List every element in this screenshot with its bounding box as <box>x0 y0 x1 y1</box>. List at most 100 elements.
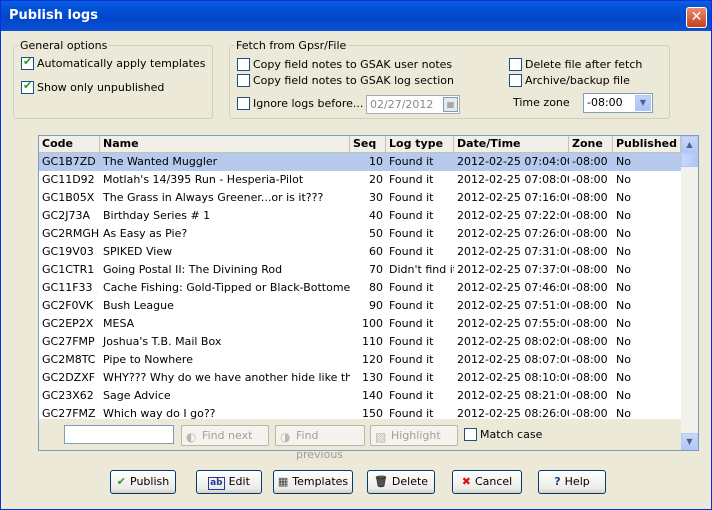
col-published-cell: No <box>616 227 631 240</box>
col-log-type-cell: Found it <box>389 371 434 384</box>
timezone-value: -08:00 <box>587 96 623 109</box>
col-code-cell: GC2EP2X <box>42 317 94 330</box>
col-published-cell: No <box>616 353 631 366</box>
close-icon: ✖ <box>461 475 471 488</box>
checkbox-unchecked-icon <box>509 74 522 87</box>
ignore-date-field[interactable]: 02/27/2012 ▦ <box>366 95 460 114</box>
col-name-cell: WHY??? Why do we have another hide like … <box>103 371 350 384</box>
table-row[interactable]: GC2J73A Birthday Series # 1 40 Found it 2012… <box>39 207 681 225</box>
col-code-cell: GC2RMGH <box>42 227 100 240</box>
match-case-checkbox[interactable]: Match case <box>464 428 542 441</box>
table-row[interactable]: GC2F0VK Bush League 90 Found it 2012-02-25 0… <box>39 297 681 315</box>
table-row[interactable]: GC19V03 SPIKED View 60 Found it 2012-02-25 0… <box>39 243 681 261</box>
col-date-time-cell: 2012-02-25 08:21:00 <box>457 389 569 402</box>
timezone-select[interactable]: -08:00 ▼ <box>583 93 653 113</box>
table-row[interactable]: GC27FMP Joshua's T.B. Mail Box 110 Found it… <box>39 333 681 351</box>
col-date-time-cell: 2012-02-25 07:16:00 <box>457 191 569 204</box>
checkbox-checked-icon <box>21 79 34 94</box>
templates-label: Templates <box>292 475 349 488</box>
col-seq-header[interactable]: Seq <box>350 136 386 153</box>
col-seq-cell: 10 <box>369 155 383 168</box>
copy-user-notes-checkbox[interactable]: Copy field notes to GSAK user notes <box>237 58 452 71</box>
delete-button[interactable]: 🗑 Delete <box>367 470 435 494</box>
col-name-cell: As Easy as Pie? <box>103 227 188 240</box>
col-log-type-cell: Found it <box>389 155 434 168</box>
col-published-cell: No <box>616 191 631 204</box>
col-log-type-cell: Found it <box>389 245 434 258</box>
help-icon: ? <box>554 475 561 488</box>
help-label: Help <box>564 475 590 488</box>
table-row[interactable]: GC2M8TC Pipe to Nowhere 120 Found it 2012-02… <box>39 351 681 369</box>
table-row[interactable]: GC11F33 Cache Fishing: Gold-Tipped or Bla… <box>39 279 681 297</box>
table-row[interactable]: GC1B05X The Grass in Always Greener...or … <box>39 189 681 207</box>
col-date-time-header[interactable]: Date/Time <box>454 136 569 153</box>
col-zone-cell: -08:00 <box>572 245 608 258</box>
only-unpublished-checkbox[interactable]: Show only unpublished <box>21 79 165 94</box>
cancel-button[interactable]: ✖ Cancel <box>452 470 522 494</box>
table-row[interactable]: GC1B7ZD The Wanted Muggler 10 Found it 2012-… <box>39 153 681 171</box>
col-zone-header[interactable]: Zone <box>569 136 613 153</box>
table-row[interactable]: GC2EP2X MESA 100 Found it 2012-02-25 07:55:0… <box>39 315 681 333</box>
col-log-type-cell: Found it <box>389 281 434 294</box>
scroll-up-icon[interactable]: ▲ <box>681 136 698 153</box>
edit-button[interactable]: ab Edit <box>196 470 262 494</box>
col-code-header[interactable]: Code <box>39 136 100 153</box>
ignore-logs-before-checkbox[interactable]: Ignore logs before... <box>237 97 363 110</box>
find-next-icon: ◐ <box>186 430 197 444</box>
publish-button[interactable]: ✔ Publish <box>110 470 176 494</box>
col-zone-cell: -08:00 <box>572 173 608 186</box>
table-row[interactable]: GC1CTR1 Going Postal II: The Divining Rod… <box>39 261 681 279</box>
col-code-cell: GC11F33 <box>42 281 93 294</box>
find-previous-label: Find previous <box>296 429 344 461</box>
vertical-scrollbar[interactable]: ▲ ▼ <box>681 136 698 450</box>
col-log-type-cell: Found it <box>389 317 434 330</box>
find-input[interactable] <box>64 425 174 444</box>
table-row[interactable]: GC23X62 Sage Advice 140 Found it 2012-02-25 … <box>39 387 681 405</box>
col-date-time-cell: 2012-02-25 07:51:00 <box>457 299 569 312</box>
templates-icon: ▦ <box>277 475 289 488</box>
col-date-time-cell: 2012-02-25 07:55:00 <box>457 317 569 330</box>
edit-label: Edit <box>228 475 250 488</box>
scroll-thumb[interactable] <box>681 153 698 167</box>
col-log-type-cell: Found it <box>389 209 434 222</box>
close-button[interactable]: ✕ <box>686 7 707 28</box>
logs-grid: Code Name Seq Log type Date/Time Zone Publishe… <box>38 135 699 461</box>
col-log-type-header[interactable]: Log type <box>386 136 454 153</box>
col-published-cell: No <box>616 263 631 276</box>
col-date-time-cell: 2012-02-25 08:07:00 <box>457 353 569 366</box>
col-zone-cell: -08:00 <box>572 191 608 204</box>
col-seq-cell: 140 <box>362 389 383 402</box>
apply-templates-checkbox[interactable]: Automatically apply templates <box>21 55 205 70</box>
find-previous-button[interactable]: ◑ Find previous <box>275 425 365 461</box>
chevron-down-icon[interactable]: ▼ <box>635 95 651 111</box>
checkbox-unchecked-icon <box>509 58 522 71</box>
highlight-label: Highlight <box>391 429 441 442</box>
checkbox-unchecked-icon <box>237 74 250 87</box>
col-published-header[interactable]: Published <box>613 136 681 153</box>
calendar-icon[interactable]: ▦ <box>443 97 458 112</box>
delete-after-fetch-checkbox[interactable]: Delete file after fetch <box>509 58 642 71</box>
col-name-header[interactable]: Name <box>100 136 350 153</box>
copy-log-section-checkbox[interactable]: Copy field notes to GSAK log section <box>237 74 454 87</box>
ignore-date-value: 02/27/2012 <box>370 98 434 111</box>
col-zone-cell: -08:00 <box>572 335 608 348</box>
highlight-button[interactable]: ▧ Highlight <box>370 425 458 446</box>
col-name-cell: Pipe to Nowhere <box>103 353 193 366</box>
col-code-cell: GC2J73A <box>42 209 90 222</box>
find-next-button[interactable]: ◐ Find next <box>181 425 269 446</box>
templates-button[interactable]: ▦ Templates <box>273 470 353 494</box>
grid-header: Code Name Seq Log type Date/Time Zone Publishe… <box>39 136 681 153</box>
col-date-time-cell: 2012-02-25 08:10:00 <box>457 371 569 384</box>
archive-backup-checkbox[interactable]: Archive/backup file <box>509 74 630 87</box>
scroll-down-icon[interactable]: ▼ <box>681 433 698 450</box>
checkbox-unchecked-icon <box>237 97 250 110</box>
table-row[interactable]: GC2DZXF WHY??? Why do we have another hid… <box>39 369 681 387</box>
table-row[interactable]: GC2RMGH As Easy as Pie? 50 Found it 2012-02-… <box>39 225 681 243</box>
col-name-cell: Bush League <box>103 299 174 312</box>
col-published-cell: No <box>616 299 631 312</box>
col-code-cell: GC11D92 <box>42 173 95 186</box>
only-unpublished-label: Show only unpublished <box>37 81 165 94</box>
help-button[interactable]: ? Help <box>538 470 606 494</box>
table-row[interactable]: GC11D92 Motlah's 14/395 Run - Hesperia-Pi… <box>39 171 681 189</box>
col-name-cell: Birthday Series # 1 <box>103 209 211 222</box>
